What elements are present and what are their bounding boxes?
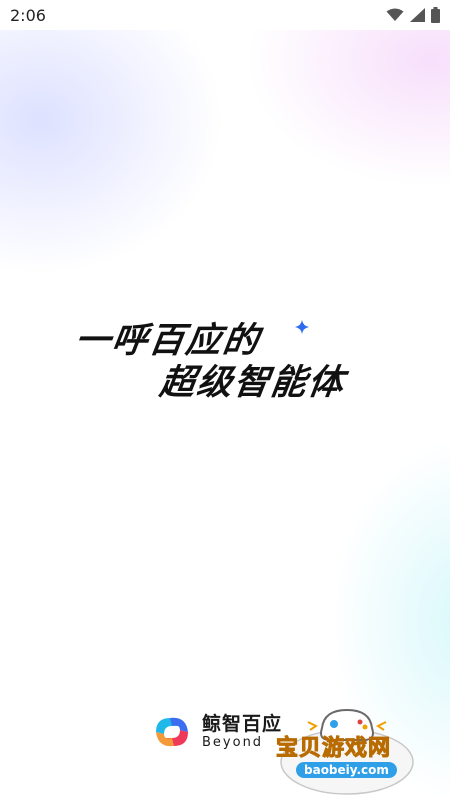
status-time: 2:06 bbox=[10, 5, 46, 25]
whale-knot-logo bbox=[156, 717, 188, 747]
brand-subtitle: Beyond bbox=[202, 735, 264, 750]
slogan-line-1: 一呼百应的 bbox=[72, 321, 263, 361]
brand-name: 鲸智百应 bbox=[202, 713, 283, 735]
status-bar: 2:06 bbox=[0, 0, 450, 30]
wifi-icon bbox=[386, 8, 404, 21]
slogan-line-2: 超级智能体 bbox=[157, 363, 348, 403]
battery-icon bbox=[431, 7, 440, 23]
watermark-url: baobeiy.com bbox=[296, 762, 397, 778]
watermark-badge: 宝贝游戏网 baobeiy.com bbox=[272, 700, 422, 796]
brand-text: 鲸智百应 Beyond bbox=[202, 713, 282, 751]
status-icons bbox=[386, 7, 440, 23]
signal-icon bbox=[410, 8, 425, 22]
sparkle-icon bbox=[295, 320, 309, 334]
watermark-title: 宝贝游戏网 bbox=[275, 736, 392, 762]
splash-screen: 2:06 一呼百应的 超级智能体 鲸智百应 Beyond 宝贝游戏网 baobe… bbox=[0, 0, 450, 800]
hero-slogan: 一呼百应的 超级智能体 bbox=[72, 320, 405, 404]
brand-footer: 鲸智百应 Beyond bbox=[150, 712, 282, 752]
